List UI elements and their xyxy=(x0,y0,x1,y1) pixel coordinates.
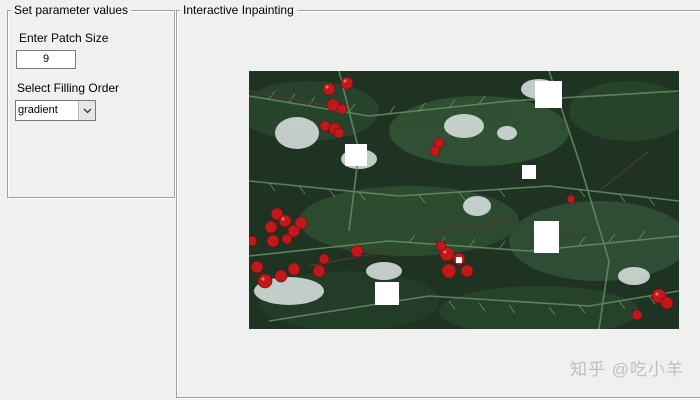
filling-order-label: Select Filling Order xyxy=(17,81,120,95)
patch-size-label: Enter Patch Size xyxy=(19,31,109,45)
filling-order-value: gradient xyxy=(18,104,58,116)
parameter-panel: Set parameter values Enter Patch Size 9 … xyxy=(7,2,175,198)
patch-size-input[interactable]: 9 xyxy=(16,50,76,69)
chevron-down-icon[interactable] xyxy=(78,101,95,120)
parameter-panel-title: Set parameter values xyxy=(11,2,132,18)
watermark: 知乎 @吃小羊 xyxy=(570,360,684,379)
filling-order-select[interactable]: gradient xyxy=(15,100,96,121)
berry-branch-photo xyxy=(249,71,679,329)
inpainting-panel-title: Interactive Inpainting xyxy=(180,2,297,18)
inpainting-image[interactable] xyxy=(249,71,679,329)
